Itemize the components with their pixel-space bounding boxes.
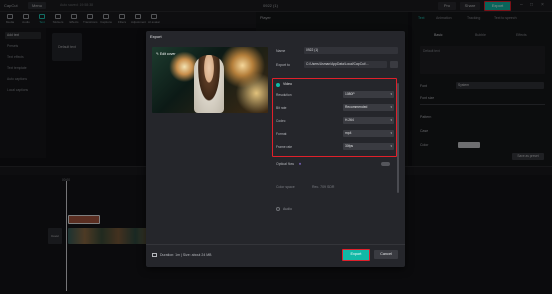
setting-select-format[interactable]: mp4 ▾ xyxy=(343,130,394,137)
export-info: Duration: 1m | Size: about 24 MB xyxy=(160,253,212,257)
diamond-icon: ♦ xyxy=(299,161,302,166)
export-dialog: Export ✎ Edit cover Name 0922 (1) Export… xyxy=(146,31,405,267)
name-input[interactable]: 0922 (1) xyxy=(304,47,398,54)
setting-value: Recommended xyxy=(345,105,368,109)
dialog-scrollbar[interactable] xyxy=(397,83,399,193)
chevron-down-icon: ▾ xyxy=(390,131,392,135)
setting-select-codec[interactable]: H.264 ▾ xyxy=(343,117,394,124)
chevron-down-icon: ▾ xyxy=(390,105,392,109)
edit-cover-label: Edit cover xyxy=(159,52,176,56)
cancel-button[interactable]: Cancel xyxy=(374,250,398,259)
export-path-input[interactable]: C:/Users/Usman/AppData/Local/CapCut/... xyxy=(304,61,387,68)
chevron-down-icon: ▾ xyxy=(390,144,392,148)
chevron-down-icon: ▾ xyxy=(390,118,392,122)
cover-image[interactable]: ✎ Edit cover xyxy=(152,47,268,113)
setting-label: Resolution xyxy=(276,92,292,97)
cover-person xyxy=(194,55,224,113)
film-icon xyxy=(152,253,157,257)
setting-value: H.264 xyxy=(345,118,354,122)
optical-flow-label: Optical flow xyxy=(276,162,295,166)
setting-select-resolution[interactable]: 1080P ▾ xyxy=(343,91,394,98)
folder-icon[interactable] xyxy=(390,61,398,68)
pencil-icon: ✎ xyxy=(156,52,159,56)
audio-section-label: Audio xyxy=(283,207,292,211)
setting-label: Codec xyxy=(276,118,286,123)
audio-checkbox[interactable] xyxy=(276,207,280,211)
setting-label: Frame rate xyxy=(276,144,293,149)
color-space-value: Rec. 709 SDR xyxy=(312,185,335,189)
setting-select-bit-rate[interactable]: Recommended ▾ xyxy=(343,104,394,111)
color-space-label: Color space xyxy=(276,185,295,189)
optical-flow-toggle[interactable] xyxy=(381,162,390,166)
name-label: Name xyxy=(276,49,286,53)
setting-label: Format xyxy=(276,131,287,136)
dialog-footer: Duration: 1m | Size: about 24 MB Export … xyxy=(146,244,405,267)
dialog-title: Export xyxy=(150,34,162,39)
setting-value: 30fps xyxy=(345,144,354,148)
export-button[interactable]: Export xyxy=(342,249,370,261)
setting-value: mp4 xyxy=(345,131,352,135)
video-checkbox[interactable] xyxy=(276,83,280,87)
chevron-down-icon: ▾ xyxy=(390,92,392,96)
export-to-label: Export to xyxy=(276,63,291,67)
edit-cover-button[interactable]: ✎ Edit cover xyxy=(156,52,175,56)
setting-value: 1080P xyxy=(345,92,355,96)
video-section-label: Video xyxy=(283,82,292,86)
setting-select-frame-rate[interactable]: 30fps ▾ xyxy=(343,143,394,150)
video-settings-highlight: Video Resolution 1080P ▾ Bit rate Recommende… xyxy=(272,78,397,157)
setting-label: Bit rate xyxy=(276,105,287,110)
